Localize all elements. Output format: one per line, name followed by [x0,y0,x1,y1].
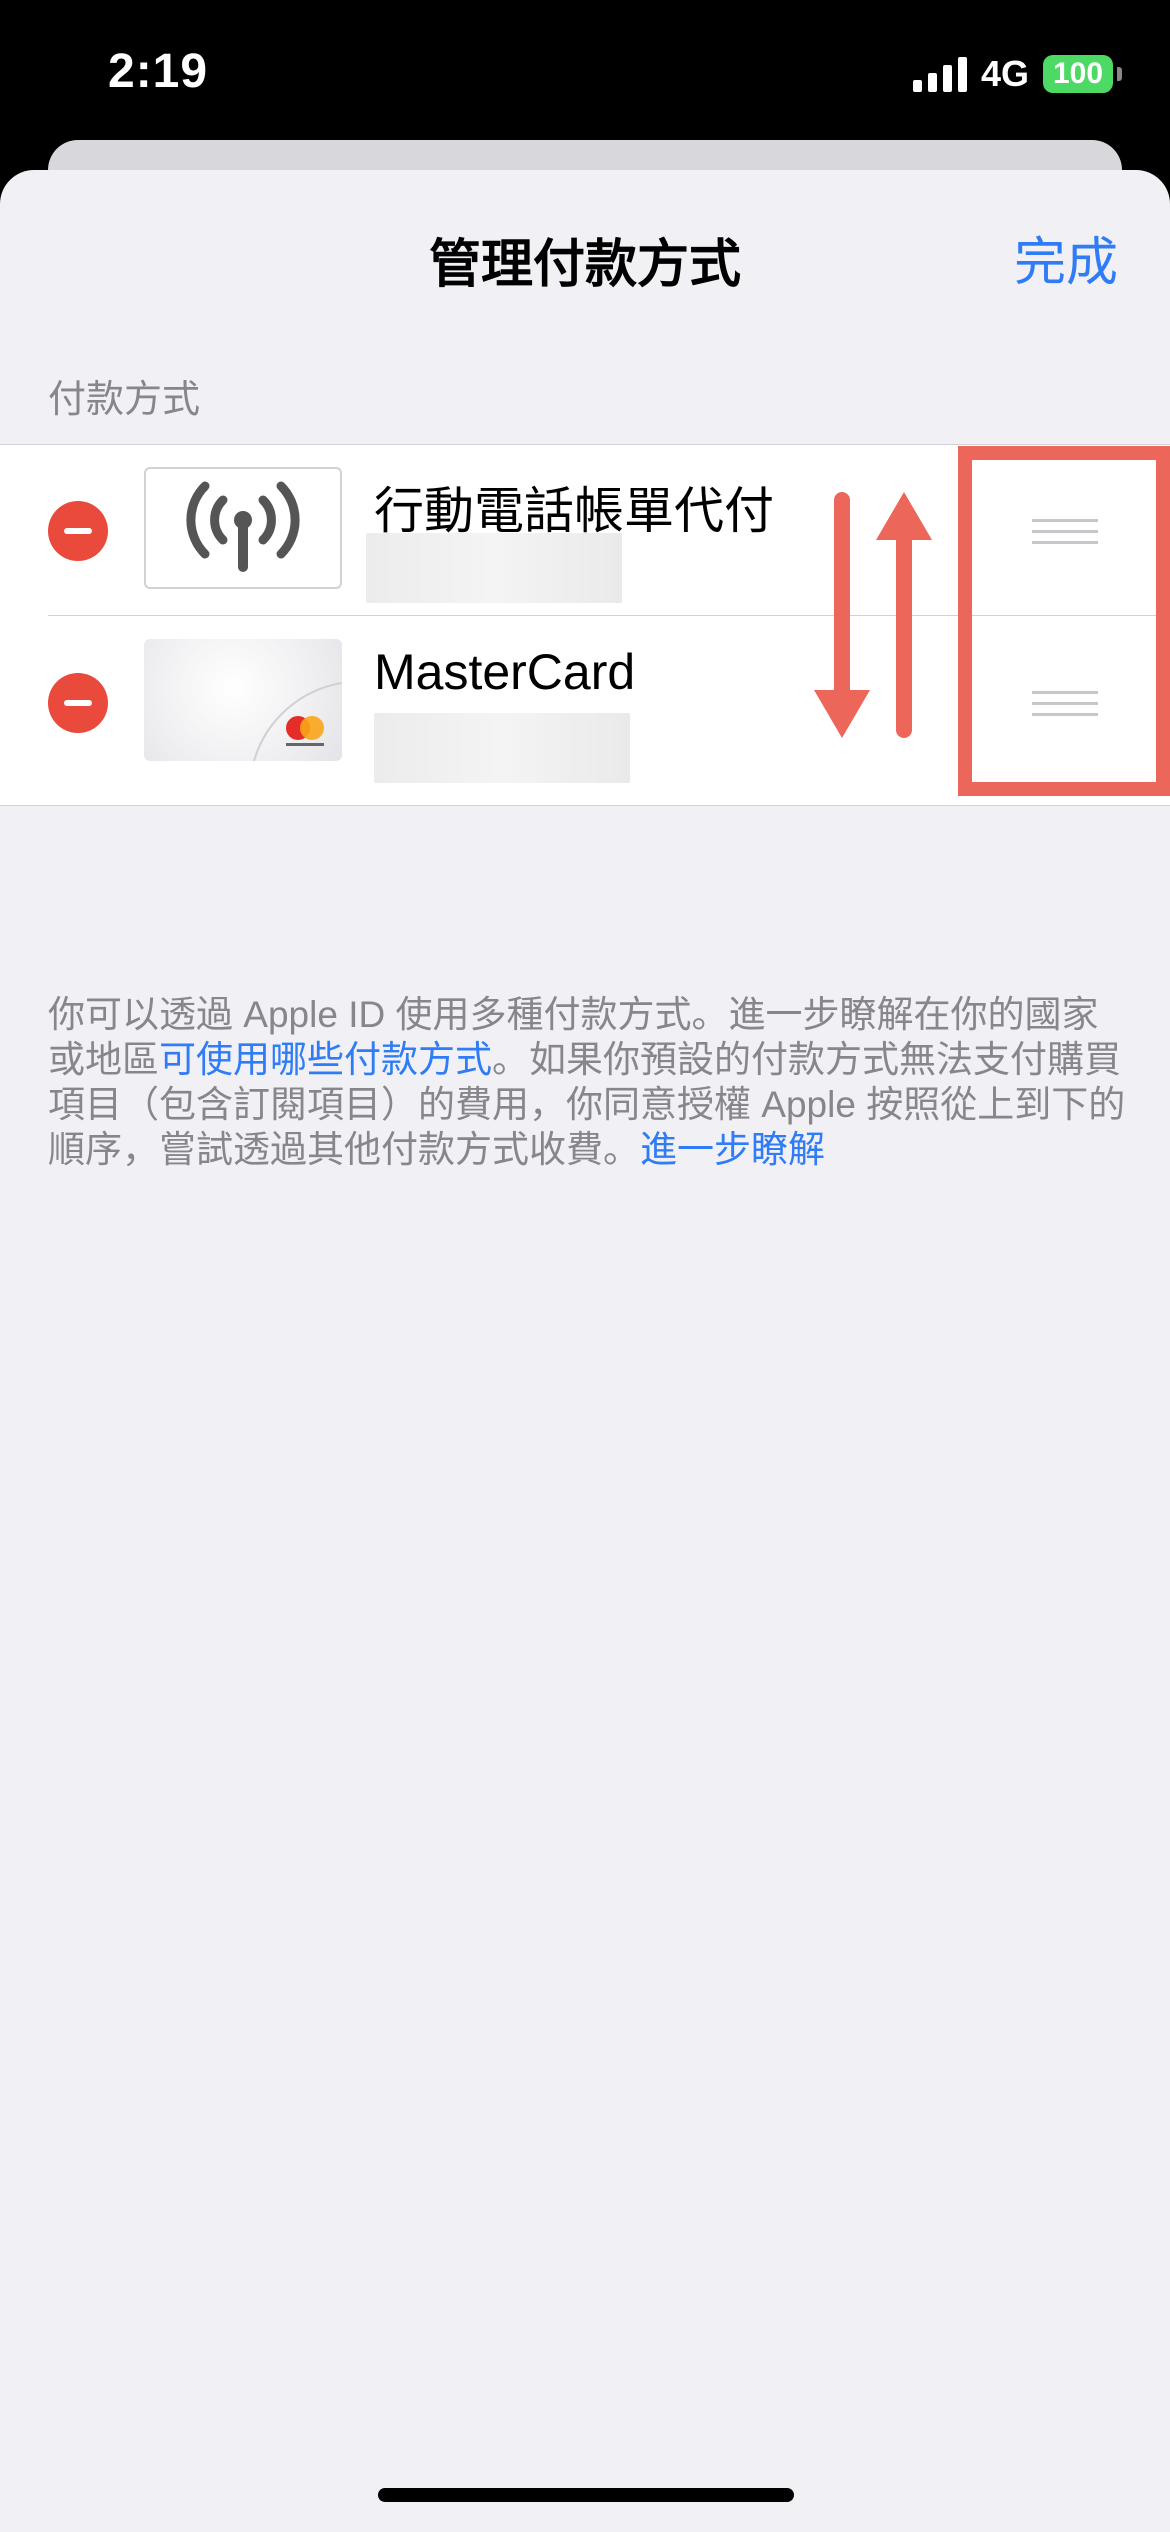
manage-payment-sheet: 管理付款方式 完成 付款方式 行動電話帳單代付 MasterCard 你可以透過… [0,170,1170,2532]
carrier-billing-thumbnail [144,467,342,589]
footer-description: 你可以透過 Apple ID 使用多種付款方式。進一步瞭解在你的國家或地區可使用… [48,992,1128,1172]
battery-nub [1117,67,1122,81]
learn-more-link[interactable]: 進一步瞭解 [640,1129,825,1170]
payment-method-label: MasterCard [374,644,636,700]
delete-button[interactable] [48,673,108,733]
reorder-handle-icon[interactable] [1032,519,1098,552]
page-title: 管理付款方式 [428,236,741,294]
redacted-detail [374,713,630,783]
available-payment-methods-link[interactable]: 可使用哪些付款方式 [159,1039,492,1080]
battery-icon: 100 [1043,55,1122,93]
status-time: 2:19 [108,45,209,98]
reorder-handle-icon[interactable] [1032,691,1098,724]
payment-method-row[interactable]: 行動電話帳單代付 [0,445,1170,616]
payment-methods-list: 行動電話帳單代付 MasterCard [0,444,1170,806]
row-divider [48,615,1170,616]
status-indicators: 4G 100 [912,52,1122,96]
payment-method-row[interactable]: MasterCard [0,617,1170,787]
delete-button[interactable] [48,501,108,561]
status-bar: 2:19 4G 100 [0,0,1170,150]
home-indicator [378,2488,794,2502]
mastercard-thumbnail [144,639,342,761]
redacted-detail [366,533,622,603]
cellular-signal-icon [912,56,967,92]
antenna-signal-icon [186,481,300,572]
network-type: 4G [980,53,1029,94]
battery-level: 100 [1043,55,1113,93]
section-header: 付款方式 [48,379,201,421]
done-button[interactable]: 完成 [1014,220,1118,295]
mastercard-logo [286,716,324,746]
